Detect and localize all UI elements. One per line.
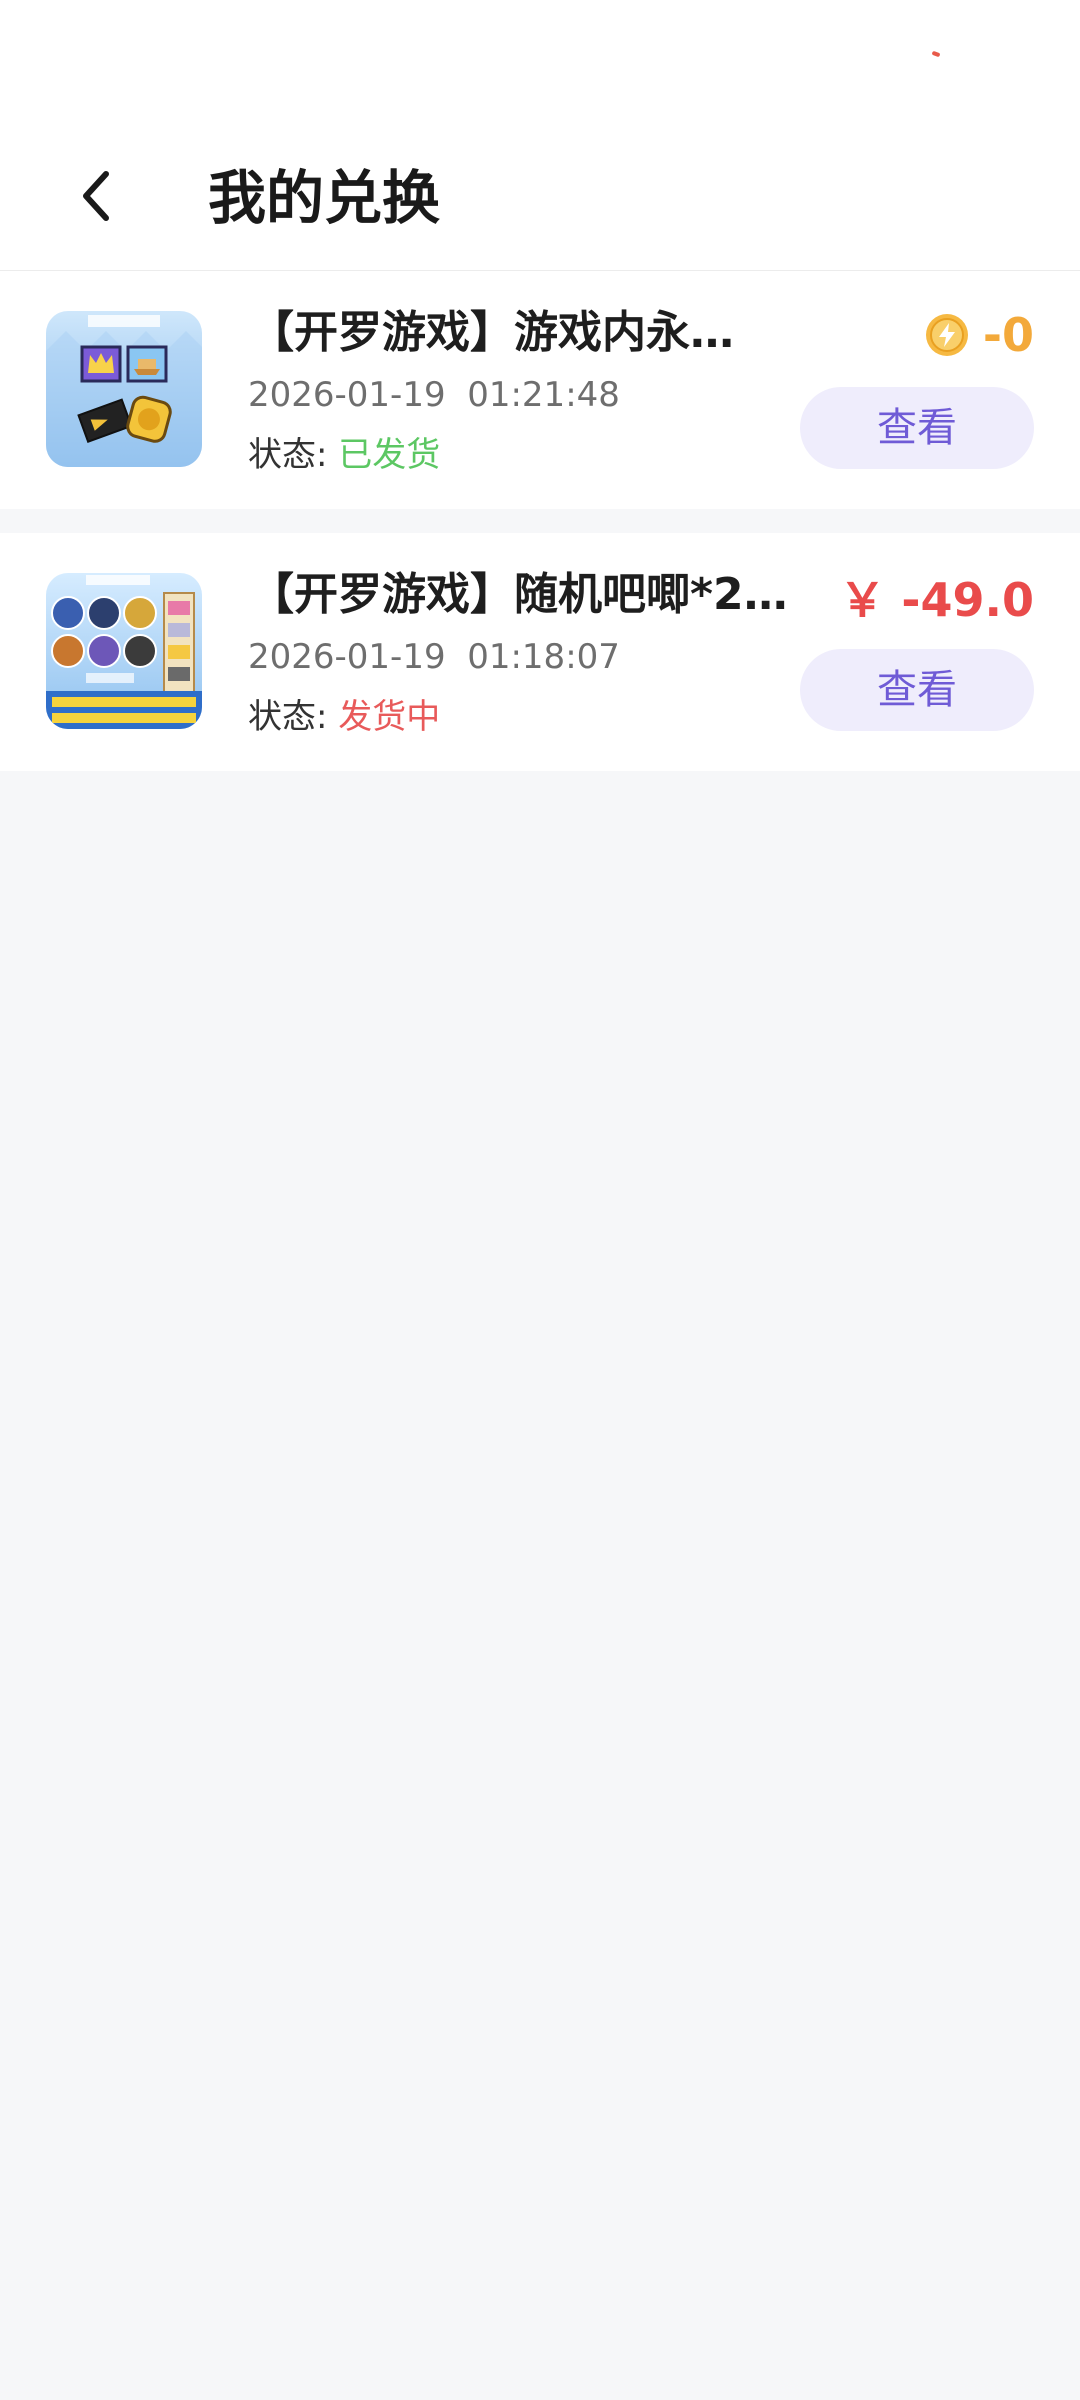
status-bar <box>0 0 1080 120</box>
product-thumbnail <box>46 573 202 729</box>
status-label: 状态: <box>248 697 328 737</box>
view-button[interactable]: 查看 <box>800 649 1034 731</box>
price-value: -0 <box>982 308 1034 362</box>
page-title: 我的兑换 <box>208 164 441 232</box>
order-item[interactable]: 【开罗游戏】随机吧唧*2… 2026-01-19 01:18:07 状态: 发货… <box>0 533 1080 771</box>
order-price: ￥ -49.0 <box>839 567 1034 627</box>
back-button[interactable] <box>56 156 136 236</box>
order-status: 状态: 发货中 <box>248 693 440 741</box>
chevron-left-icon <box>83 171 109 221</box>
order-title: 【开罗游戏】游戏内永… <box>250 307 734 358</box>
status-value: 发货中 <box>338 697 441 737</box>
order-list: 【开罗游戏】游戏内永… 2026-01-19 01:21:48 状态: 已发货 … <box>0 271 1080 771</box>
app-header: 我的兑换 <box>0 120 1080 271</box>
status-label: 状态: <box>248 435 328 475</box>
product-thumbnail <box>46 311 202 467</box>
status-indicator-icon <box>931 50 941 58</box>
order-status: 状态: 已发货 <box>248 431 440 479</box>
status-value: 已发货 <box>338 435 441 475</box>
order-time: 2026-01-19 01:21:48 <box>248 375 620 415</box>
view-button[interactable]: 查看 <box>800 387 1034 469</box>
order-item[interactable]: 【开罗游戏】游戏内永… 2026-01-19 01:21:48 状态: 已发货 … <box>0 271 1080 509</box>
price-value: ￥ -49.0 <box>839 573 1034 627</box>
order-time: 2026-01-19 01:18:07 <box>248 637 620 677</box>
order-title: 【开罗游戏】随机吧唧*2… <box>250 569 788 620</box>
order-price: -0 <box>925 305 1034 365</box>
lightning-coin-icon <box>925 314 968 356</box>
